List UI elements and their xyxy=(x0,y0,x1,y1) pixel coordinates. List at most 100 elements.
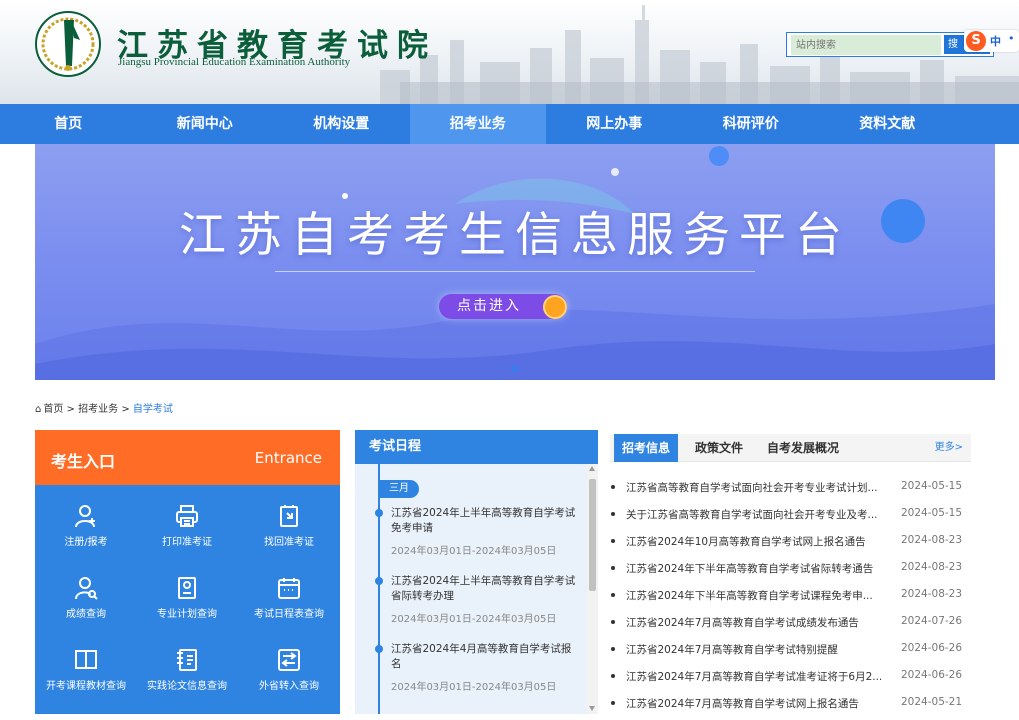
schedule-item-date: 2024年03月01日-2024年03月05日 xyxy=(391,682,557,693)
list-item[interactable]: 江苏省2024年7月高等教育自学考试准考证将于6月2... 2024-06-26 xyxy=(610,666,971,693)
breadcrumb-section[interactable]: 招考业务 xyxy=(78,404,118,415)
timeline-dot xyxy=(375,577,383,585)
bullet-icon xyxy=(611,485,615,489)
list-item[interactable]: 江苏省2024年10月高等教育自学考试网上报名通告 2024-08-23 xyxy=(610,531,971,558)
exam-schedule-panel: 考试日程 三月 江苏省2024年上半年高等教育自学考试免考申请 2024年03月… xyxy=(355,430,598,714)
news-date: 2024-06-26 xyxy=(901,642,963,654)
scroll-up-icon[interactable] xyxy=(589,466,595,471)
nav-item-organization[interactable]: 机构设置 xyxy=(273,104,410,144)
entrance-schedule-query[interactable]: 考试日程表查询 xyxy=(238,575,340,620)
bullet-icon xyxy=(611,620,615,624)
bullet-icon xyxy=(611,647,615,651)
entrance-transfer-query[interactable]: 外省转入查询 xyxy=(238,647,340,692)
bullet-icon xyxy=(611,674,615,678)
schedule-item[interactable]: 江苏省2024年上半年高等教育自学考试省际转考办理 2024年03月01日-20… xyxy=(375,574,578,625)
main-nav: 首页 新闻中心 机构设置 招考业务 网上办事 科研评价 资料文献 xyxy=(0,104,1019,144)
schedule-title: 考试日程 xyxy=(355,430,598,464)
entrance-plan-query[interactable]: 专业计划查询 xyxy=(136,575,238,620)
schedule-item[interactable]: 江苏省2024年4月高等教育自学考试报名 2024年03月01日-2024年03… xyxy=(375,642,578,693)
entrance-print-ticket[interactable]: 打印准考证 xyxy=(136,503,238,548)
entrance-thesis-query[interactable]: 实践论文信息查询 xyxy=(136,647,238,692)
logo-emblem-icon xyxy=(35,11,101,77)
banner-divider xyxy=(275,271,755,272)
scrollbar-thumb[interactable] xyxy=(589,479,596,591)
entrance-register[interactable]: 注册/报考 xyxy=(35,503,137,548)
scroll-down-icon[interactable] xyxy=(589,706,595,711)
nav-item-research[interactable]: 科研评价 xyxy=(683,104,820,144)
news-title[interactable]: 江苏省2024年10月高等教育自学考试网上报名通告 xyxy=(626,534,896,549)
plan-search-icon xyxy=(178,577,196,599)
search-input[interactable] xyxy=(791,35,941,55)
news-date: 2024-08-23 xyxy=(901,561,963,573)
breadcrumb-current[interactable]: 自学考试 xyxy=(133,404,173,415)
entrance-label: 打印准考证 xyxy=(162,537,212,548)
news-title[interactable]: 江苏省高等教育自学考试面向社会开考专业考试计划... xyxy=(626,480,896,495)
book-icon xyxy=(75,650,97,669)
list-item[interactable]: 江苏省2024年下半年高等教育自学考试课程免考申... 2024-08-23 xyxy=(610,585,971,612)
list-item[interactable]: 江苏省2024年下半年高等教育自学考试省际转考通告 2024-08-23 xyxy=(610,558,971,585)
news-title[interactable]: 江苏省2024年下半年高等教育自学考试课程免考申... xyxy=(626,588,896,603)
schedule-item[interactable]: 江苏省2024年上半年高等教育自学考试免考申请 2024年03月01日-2024… xyxy=(375,506,578,557)
news-date: 2024-06-26 xyxy=(901,669,963,681)
news-title[interactable]: 江苏省2024年7月高等教育自学考试网上报名通告 xyxy=(626,696,896,711)
list-item[interactable]: 江苏省2024年7月高等教育自学考试网上报名通告 2024-05-21 xyxy=(610,693,971,720)
candidate-entrance-panel: 考生入口 Entrance 注册/报考 打印准考证 找回准考证 成绩查询 专业计… xyxy=(35,430,340,714)
list-item[interactable]: 江苏省高等教育自学考试面向社会开考专业考试计划... 2024-05-15 xyxy=(610,477,971,504)
site-search: 搜 xyxy=(786,32,994,57)
bullet-icon xyxy=(611,566,615,570)
news-title[interactable]: 江苏省2024年7月高等教育自学考试成绩发布通告 xyxy=(626,615,896,630)
thesis-icon xyxy=(177,649,197,671)
schedule-scrollbar[interactable] xyxy=(587,464,598,714)
news-date: 2024-08-23 xyxy=(901,534,963,546)
transfer-icon xyxy=(278,649,300,671)
entrance-label: 找回准考证 xyxy=(264,537,314,548)
schedule-item-title[interactable]: 江苏省2024年上半年高等教育自学考试免考申请 xyxy=(378,506,578,536)
news-title[interactable]: 江苏省2024年7月高等教育自学考试准考证将于6月2... xyxy=(626,669,896,684)
month-tag: 三月 xyxy=(379,480,419,498)
enter-arrow-icon xyxy=(543,295,567,319)
home-icon: ⌂ xyxy=(35,404,42,415)
entrance-label: 注册/报考 xyxy=(64,537,108,548)
hero-banner[interactable]: 江苏自考考生信息服务平台 点击进入 xyxy=(35,144,995,380)
schedule-item-title[interactable]: 江苏省2024年4月高等教育自学考试报名 xyxy=(378,642,578,672)
breadcrumb-separator: > xyxy=(121,404,130,415)
user-add-icon xyxy=(75,505,95,528)
site-logo-subtitle: Jiangsu Provincial Education Examination… xyxy=(118,56,351,68)
site-header: 江苏省教育考试院 Jiangsu Provincial Education Ex… xyxy=(0,0,1019,104)
schedule-list: 三月 江苏省2024年上半年高等教育自学考试免考申请 2024年03月01日-2… xyxy=(355,464,587,714)
timeline-dot xyxy=(375,645,383,653)
breadcrumb-home[interactable]: 首页 xyxy=(43,404,63,415)
news-title[interactable]: 江苏省2024年7月高等教育自学考试特别提醒 xyxy=(626,642,896,657)
entrance-label: 实践论文信息查询 xyxy=(147,681,227,692)
schedule-item-title[interactable]: 江苏省2024年上半年高等教育自学考试省际转考办理 xyxy=(378,574,578,604)
nav-item-news[interactable]: 新闻中心 xyxy=(137,104,274,144)
more-link[interactable]: 更多> xyxy=(935,434,963,462)
entrance-label: 开考课程教材查询 xyxy=(46,681,126,692)
nav-item-admissions[interactable]: 招考业务 xyxy=(409,104,546,144)
entrance-score-query[interactable]: 成绩查询 xyxy=(35,575,137,620)
entrance-course-books-query[interactable]: 开考课程教材查询 xyxy=(35,647,137,692)
news-tabs: 招考信息 政策文件 自考发展概况 更多> xyxy=(610,434,971,462)
entrance-label: 外省转入查询 xyxy=(259,681,319,692)
nav-item-online-services[interactable]: 网上办事 xyxy=(546,104,683,144)
news-panel: 招考信息 政策文件 自考发展概况 更多> 江苏省高等教育自学考试面向社会开考专业… xyxy=(610,430,971,714)
nav-item-home[interactable]: 首页 xyxy=(0,104,137,144)
entrance-title-en: Entrance xyxy=(254,449,322,467)
entrance-recover-ticket[interactable]: 找回准考证 xyxy=(238,503,340,548)
tab-admission-info[interactable]: 招考信息 xyxy=(614,434,679,462)
schedule-item-date: 2024年03月01日-2024年03月05日 xyxy=(391,546,557,557)
printer-icon xyxy=(176,505,198,527)
tab-development-overview[interactable]: 自考发展概况 xyxy=(759,434,847,462)
list-item[interactable]: 江苏省2024年7月高等教育自学考试成绩发布通告 2024-07-26 xyxy=(610,612,971,639)
nav-item-documents[interactable]: 资料文献 xyxy=(819,104,956,144)
list-item[interactable]: 江苏省2024年7月高等教育自学考试特别提醒 2024-06-26 xyxy=(610,639,971,666)
list-item[interactable]: 关于江苏省高等教育自学考试面向社会开考专业及考... 2024-05-15 xyxy=(610,504,971,531)
tab-policy-documents[interactable]: 政策文件 xyxy=(687,434,751,462)
schedule-item-date: 2024年03月01日-2024年03月05日 xyxy=(391,614,557,625)
entrance-header: 考生入口 Entrance xyxy=(35,430,340,485)
news-date: 2024-07-26 xyxy=(901,615,963,627)
news-title[interactable]: 江苏省2024年下半年高等教育自学考试省际转考通告 xyxy=(626,561,896,576)
carousel-dot[interactable] xyxy=(511,365,518,372)
ime-toolbar[interactable]: S 中 • xyxy=(964,30,1019,52)
news-title[interactable]: 关于江苏省高等教育自学考试面向社会开考专业及考... xyxy=(626,507,896,522)
